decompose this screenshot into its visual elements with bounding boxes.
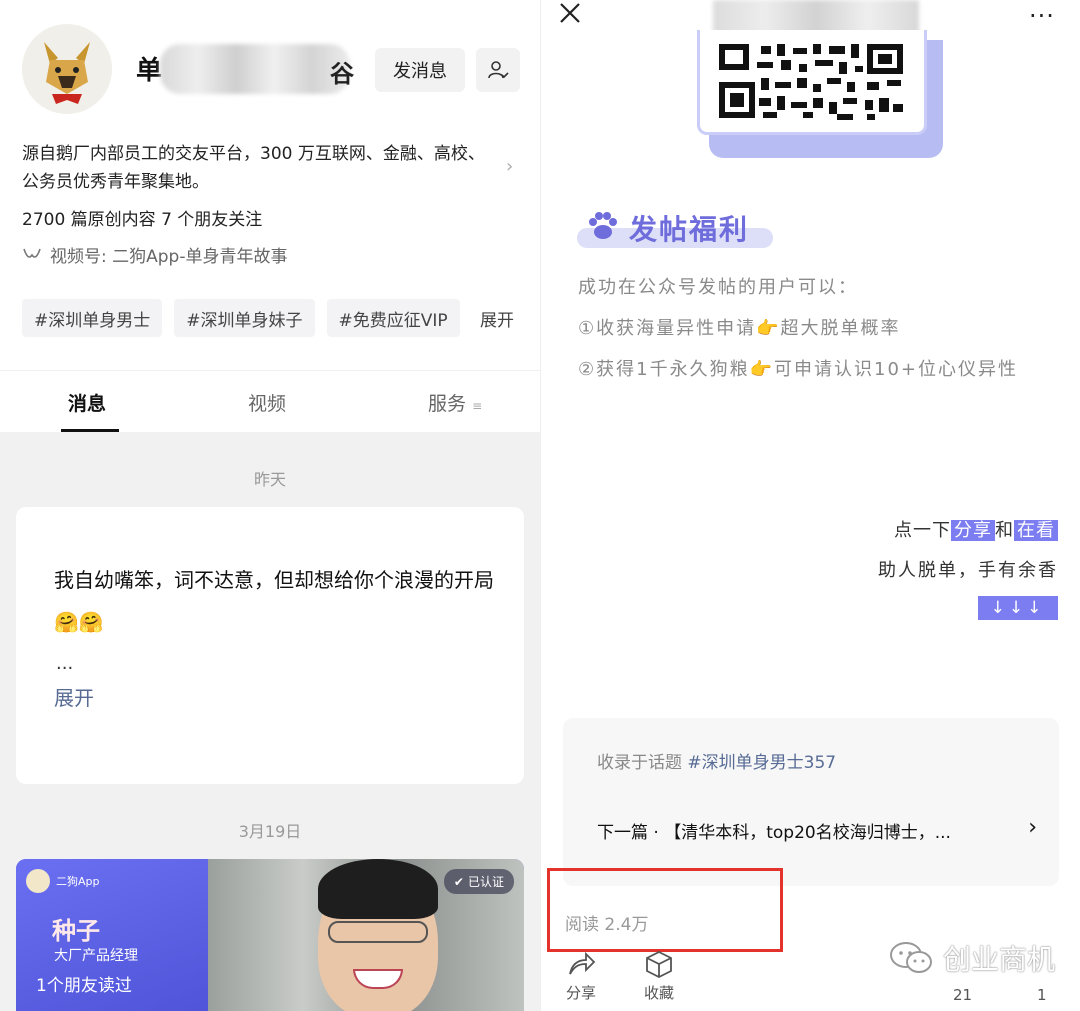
article-card[interactable]: 二狗App 种子 大厂产品经理 1个朋友读过 ✔ 已认证	[16, 859, 524, 1011]
video-channel-label: 视频号: 二狗App-单身青年故事	[50, 247, 288, 267]
profile-panel: 单 谷 发消息 源自鹅厂内部员工的交友平台，300 万互联网、金融、高校、公务员…	[0, 0, 540, 1011]
share-label: 分享	[565, 984, 596, 1002]
look-highlight: 在看	[1014, 520, 1058, 541]
look-count[interactable]: 1	[1037, 986, 1047, 1004]
perks-intro: 成功在公众号发帖的用户可以：	[578, 277, 858, 298]
dog-avatar-icon	[44, 42, 90, 104]
favorite-button[interactable]: 收藏	[639, 950, 679, 1003]
tag-chip[interactable]: #深圳单身妹子	[174, 299, 315, 337]
article-panel: ··· 发帖福利 成功在公众号发帖的用户可以： ①收获海量异性申请👉超大脱单概率…	[540, 0, 1080, 1011]
menu-icon: ≡	[472, 399, 483, 413]
tag-chip[interactable]: #免费应征VIP	[326, 299, 460, 337]
person-glasses	[328, 921, 428, 943]
highlight-box	[547, 868, 783, 952]
tab-service[interactable]: 服务 ≡	[428, 389, 482, 416]
perk-item: ①收获海量异性申请👉超大脱单概率	[578, 318, 901, 339]
profile-tabs: 消息 视频 服务 ≡	[0, 370, 540, 432]
tags-expand-button[interactable]: 展开	[470, 299, 530, 337]
message-feed: 昨天 我自幼嘴笨，词不达意，但却想给你个浪漫的开局🤗🤗 ... 展开 3月19日…	[0, 432, 540, 1011]
chevron-right-icon: ›	[1028, 815, 1037, 840]
brand-chip: 二狗App	[26, 869, 100, 893]
share-prompt: 点一下 分享和在看	[894, 516, 1058, 542]
more-icon[interactable]: ···	[1029, 2, 1055, 30]
video-channel-icon	[23, 248, 41, 258]
tab-video[interactable]: 视频	[248, 389, 286, 416]
wechat-icon	[890, 942, 932, 973]
verified-label: 已认证	[467, 875, 504, 889]
verified-badge: ✔ 已认证	[443, 869, 514, 894]
account-name: 单	[136, 56, 163, 86]
chevron-right-icon[interactable]: ›	[506, 156, 513, 177]
date-label: 昨天	[253, 470, 286, 489]
shield-check-icon: ✔	[453, 874, 464, 889]
share-button[interactable]: 分享	[561, 950, 601, 1003]
user-check-icon	[488, 61, 509, 79]
close-icon[interactable]	[557, 0, 583, 26]
paw-icon	[589, 212, 617, 239]
account-name-end: 谷	[330, 60, 354, 88]
help-line: 助人脱单，手有余香	[878, 560, 1058, 581]
perks-title: 发帖福利	[629, 213, 750, 246]
next-article-link[interactable]: 下一篇 · 【清华本科，top20名校海归博士，... ›	[597, 815, 1037, 844]
watermark: 创业商机	[889, 938, 1055, 978]
tab-service-label: 服务	[428, 393, 467, 415]
qr-code-icon	[717, 42, 905, 122]
share-prompt-and: 和	[995, 520, 1014, 541]
like-count[interactable]: 21	[953, 986, 972, 1004]
topic-prefix: 收录于话题	[597, 753, 682, 773]
account-intro: 源自鹅厂内部员工的交友平台，300 万互联网、金融、高校、公务员优秀青年聚集地。	[22, 144, 485, 192]
brand-logo-icon	[26, 869, 50, 893]
message-ellipsis: ...	[56, 653, 74, 674]
cube-icon	[646, 950, 672, 979]
article-role: 大厂产品经理	[54, 948, 138, 964]
watermark-text: 创业商机	[943, 943, 1056, 976]
topic-count: 357	[803, 753, 837, 773]
favorite-label: 收藏	[643, 984, 674, 1002]
next-article-label: 下一篇 · 【清华本科，top20名校海归博士，...	[597, 823, 951, 843]
profile-button[interactable]	[476, 48, 520, 92]
share-highlight: 分享	[951, 520, 995, 541]
topic-card: 收录于话题 #深圳单身男士357 下一篇 · 【清华本科，top20名校海归博士…	[563, 718, 1059, 886]
avatar[interactable]	[22, 24, 112, 114]
account-stats: 2700 篇原创内容 7 个朋友关注	[22, 210, 263, 230]
brand-name: 二狗App	[56, 875, 100, 888]
share-prompt-prefix: 点一下	[894, 520, 951, 541]
account-name-redaction	[160, 44, 350, 94]
topic-line[interactable]: 收录于话题 #深圳单身男士357	[597, 748, 836, 773]
tab-messages[interactable]: 消息	[68, 389, 106, 416]
message-card[interactable]: 我自幼嘴笨，词不达意，但却想给你个浪漫的开局🤗🤗 ... 展开	[16, 507, 524, 784]
video-channel-link[interactable]: 视频号: 二狗App-单身青年故事	[22, 242, 287, 267]
message-expand-link[interactable]: 展开	[54, 682, 94, 711]
friends-read-label: 1个朋友读过	[36, 976, 132, 996]
send-message-button[interactable]: 发消息	[375, 48, 465, 92]
person-hair	[318, 859, 438, 919]
down-arrows: ↓↓↓	[978, 596, 1058, 620]
perk-item: ②获得1千永久狗粮👉可申请认识10+位心仪异性	[578, 359, 1018, 380]
message-text: 我自幼嘴笨，词不达意，但却想给你个浪漫的开局🤗🤗	[54, 568, 494, 634]
date-label: 3月19日	[238, 822, 302, 841]
share-icon	[569, 951, 596, 975]
tag-chip[interactable]: #深圳单身男士	[22, 299, 163, 337]
article-seed-title: 种子	[52, 917, 100, 945]
topic-link[interactable]: #深圳单身男士	[687, 753, 803, 773]
tag-list: #深圳单身男士 #深圳单身妹子 #免费应征VIP	[22, 299, 460, 337]
